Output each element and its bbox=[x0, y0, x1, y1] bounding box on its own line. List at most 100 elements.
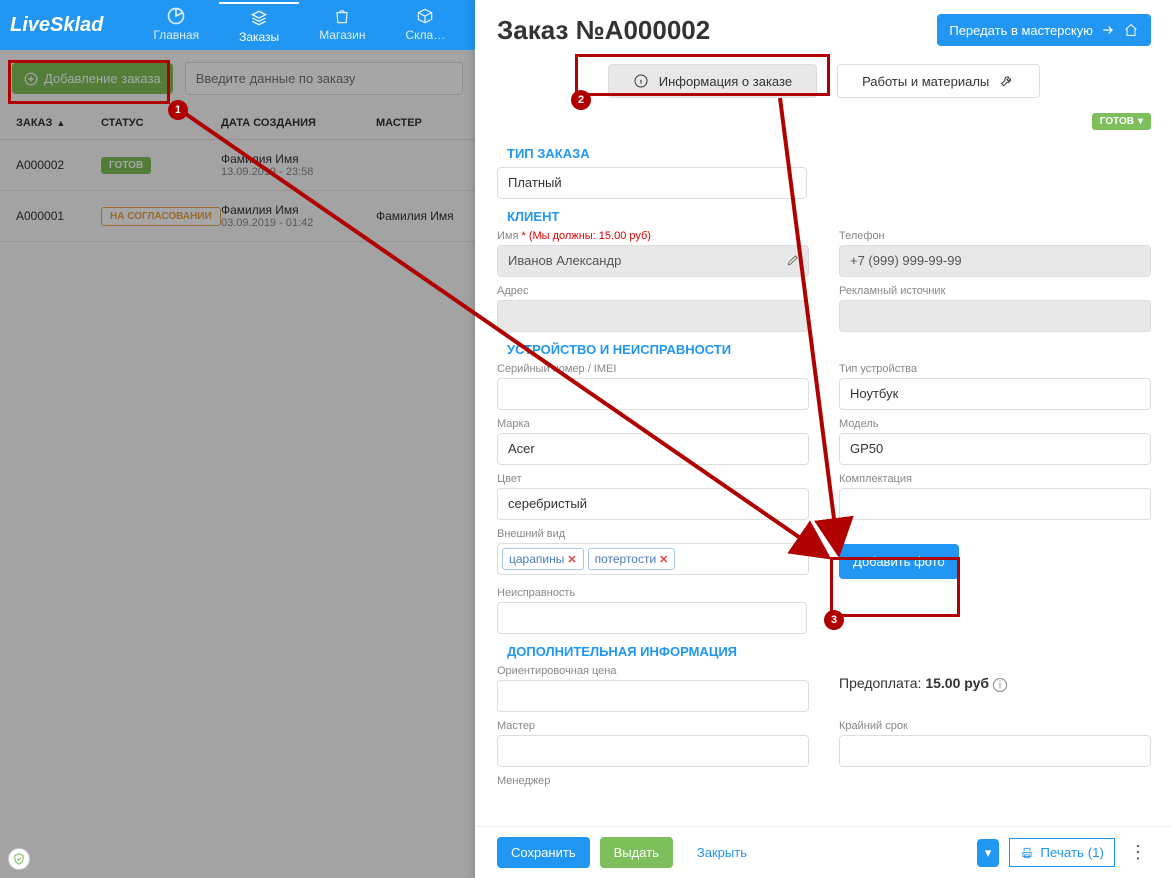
add-photo-button[interactable]: Добавить фото bbox=[839, 544, 959, 579]
nav-item-orders[interactable]: Заказы bbox=[219, 2, 299, 48]
stack-icon bbox=[249, 8, 269, 28]
search-input[interactable] bbox=[185, 62, 463, 95]
cell-name: Фамилия Имя bbox=[221, 203, 376, 217]
table-row[interactable]: A000001 НА СОГЛАСОВАНИИ Фамилия Имя 03.0… bbox=[0, 191, 475, 242]
list-toolbar: Добавление заказа bbox=[0, 50, 475, 107]
nav-item-warehouse[interactable]: Скла… bbox=[385, 2, 465, 48]
dropdown-toggle[interactable]: ▾ bbox=[977, 839, 1000, 867]
master-label: Мастер bbox=[497, 720, 809, 732]
col-created[interactable]: ДАТА СОЗДАНИЯ bbox=[221, 117, 376, 129]
col-master[interactable]: МАСТЕР bbox=[376, 117, 459, 129]
logo: LiveSklad bbox=[10, 14, 103, 37]
table-row[interactable]: A000002 ГОТОВ Фамилия Имя 13.09.2019 - 2… bbox=[0, 140, 475, 191]
close-button[interactable]: Закрыть bbox=[683, 837, 761, 868]
status-badge: НА СОГЛАСОВАНИИ bbox=[101, 207, 221, 226]
deadline-label: Крайний срок bbox=[839, 720, 1151, 732]
nav-label-warehouse: Скла… bbox=[405, 28, 445, 42]
tag-remove-icon[interactable]: ✕ bbox=[567, 553, 576, 566]
address-input[interactable] bbox=[497, 300, 809, 332]
pie-icon bbox=[166, 6, 186, 26]
manager-label: Менеджер bbox=[497, 775, 807, 787]
tag-remove-icon[interactable]: ✕ bbox=[659, 553, 668, 566]
bag-icon bbox=[332, 6, 352, 26]
nav-items: Главная Заказы Магазин Скла… bbox=[133, 2, 465, 48]
devtype-label: Тип устройства bbox=[839, 363, 1151, 375]
prepay-text: Предоплата: 15.00 руб i bbox=[839, 665, 1151, 692]
model-input[interactable]: GP50 bbox=[839, 433, 1151, 465]
form-scroll[interactable]: ТИП ЗАКАЗА Платный КЛИЕНТ Имя * (Мы долж… bbox=[475, 136, 1173, 826]
transfer-label: Передать в мастерскую bbox=[949, 23, 1093, 38]
col-id[interactable]: ЗАКАЗ▲ bbox=[16, 117, 101, 129]
tab-work[interactable]: Работы и материалы bbox=[837, 64, 1040, 98]
page-title: Заказ №А000002 bbox=[497, 15, 710, 46]
serial-input[interactable] bbox=[497, 378, 809, 410]
order-type-input[interactable]: Платный bbox=[497, 167, 807, 199]
add-order-button[interactable]: Добавление заказа bbox=[12, 63, 173, 94]
info-circle-icon[interactable]: i bbox=[993, 678, 1007, 692]
home-icon bbox=[1123, 22, 1139, 38]
nav-label-shop: Магазин bbox=[319, 28, 365, 42]
info-icon bbox=[633, 73, 649, 89]
nav-item-home[interactable]: Главная bbox=[133, 2, 219, 48]
kit-input[interactable] bbox=[839, 488, 1151, 520]
look-tag[interactable]: царапины✕ bbox=[502, 548, 584, 570]
color-label: Цвет bbox=[497, 473, 809, 485]
address-label: Адрес bbox=[497, 285, 809, 297]
plus-circle-icon bbox=[24, 72, 38, 86]
issue-button[interactable]: Выдать bbox=[600, 837, 673, 868]
price-input[interactable] bbox=[497, 680, 809, 712]
nav-label-orders: Заказы bbox=[239, 30, 279, 44]
table-header: ЗАКАЗ▲ СТАТУС ДАТА СОЗДАНИЯ МАСТЕР bbox=[0, 107, 475, 140]
more-menu-icon[interactable]: ⋮ bbox=[1125, 842, 1151, 863]
tabs-row: Информация о заказе Работы и материалы bbox=[475, 56, 1173, 112]
add-order-label: Добавление заказа bbox=[44, 71, 161, 86]
order-panel: Заказ №А000002 Передать в мастерскую Инф… bbox=[475, 0, 1173, 878]
arrow-right-icon bbox=[1101, 23, 1115, 37]
edit-icon[interactable] bbox=[786, 253, 800, 270]
section-extra: ДОПОЛНИТЕЛЬНАЯ ИНФОРМАЦИЯ bbox=[507, 644, 1151, 659]
name-label: Имя * (Мы должны: 15.00 руб) bbox=[497, 230, 809, 242]
price-label: Ориентировочная цена bbox=[497, 665, 809, 677]
look-label: Внешний вид bbox=[497, 528, 809, 540]
defect-label: Неисправность bbox=[497, 587, 807, 599]
printer-icon bbox=[1020, 846, 1034, 860]
print-button[interactable]: Печать (1) bbox=[1009, 838, 1115, 867]
nav-label-home: Главная bbox=[153, 28, 199, 42]
transfer-button[interactable]: Передать в мастерскую bbox=[937, 14, 1151, 46]
adsource-input[interactable] bbox=[839, 300, 1151, 332]
look-tags-input[interactable]: царапины✕ потертости✕ bbox=[497, 543, 809, 575]
nav-item-shop[interactable]: Магазин bbox=[299, 2, 385, 48]
orders-list-area: Добавление заказа ЗАКАЗ▲ СТАТУС ДАТА СОЗ… bbox=[0, 50, 475, 878]
save-button[interactable]: Сохранить bbox=[497, 837, 590, 868]
panel-footer: Сохранить Выдать Закрыть ▾ Печать (1) ⋮ bbox=[475, 826, 1173, 878]
sort-asc-icon: ▲ bbox=[56, 118, 65, 128]
shield-check-icon[interactable] bbox=[8, 848, 30, 870]
client-name-input[interactable]: Иванов Александр bbox=[497, 245, 809, 277]
cell-id: A000001 bbox=[16, 209, 101, 223]
cell-date: 03.09.2019 - 01:42 bbox=[221, 217, 376, 229]
look-tag[interactable]: потертости✕ bbox=[588, 548, 676, 570]
defect-input[interactable] bbox=[497, 602, 807, 634]
section-client: КЛИЕНТ bbox=[507, 209, 1151, 224]
tab-info[interactable]: Информация о заказе bbox=[608, 64, 817, 98]
devtype-input[interactable]: Ноутбук bbox=[839, 378, 1151, 410]
cell-id: A000002 bbox=[16, 158, 101, 172]
phone-input[interactable]: +7 (999) 999-99-99 bbox=[839, 245, 1151, 277]
adsource-label: Рекламный источник bbox=[839, 285, 1151, 297]
phone-label: Телефон bbox=[839, 230, 1151, 242]
box-icon bbox=[415, 6, 435, 26]
tab-work-label: Работы и материалы bbox=[862, 74, 989, 89]
status-pill[interactable]: ГОТОВ▾ bbox=[1092, 113, 1151, 130]
serial-label: Серийный номер / IMEI bbox=[497, 363, 809, 375]
tab-info-label: Информация о заказе bbox=[659, 74, 792, 89]
col-status[interactable]: СТАТУС bbox=[101, 117, 221, 129]
kit-label: Комплектация bbox=[839, 473, 1151, 485]
section-order-type: ТИП ЗАКАЗА bbox=[507, 146, 1151, 161]
deadline-input[interactable] bbox=[839, 735, 1151, 767]
master-input[interactable] bbox=[497, 735, 809, 767]
cell-name: Фамилия Имя bbox=[221, 152, 376, 166]
brand-input[interactable]: Acer bbox=[497, 433, 809, 465]
status-badge: ГОТОВ bbox=[101, 157, 151, 174]
color-input[interactable]: серебристый bbox=[497, 488, 809, 520]
cell-date: 13.09.2019 - 23:58 bbox=[221, 166, 376, 178]
